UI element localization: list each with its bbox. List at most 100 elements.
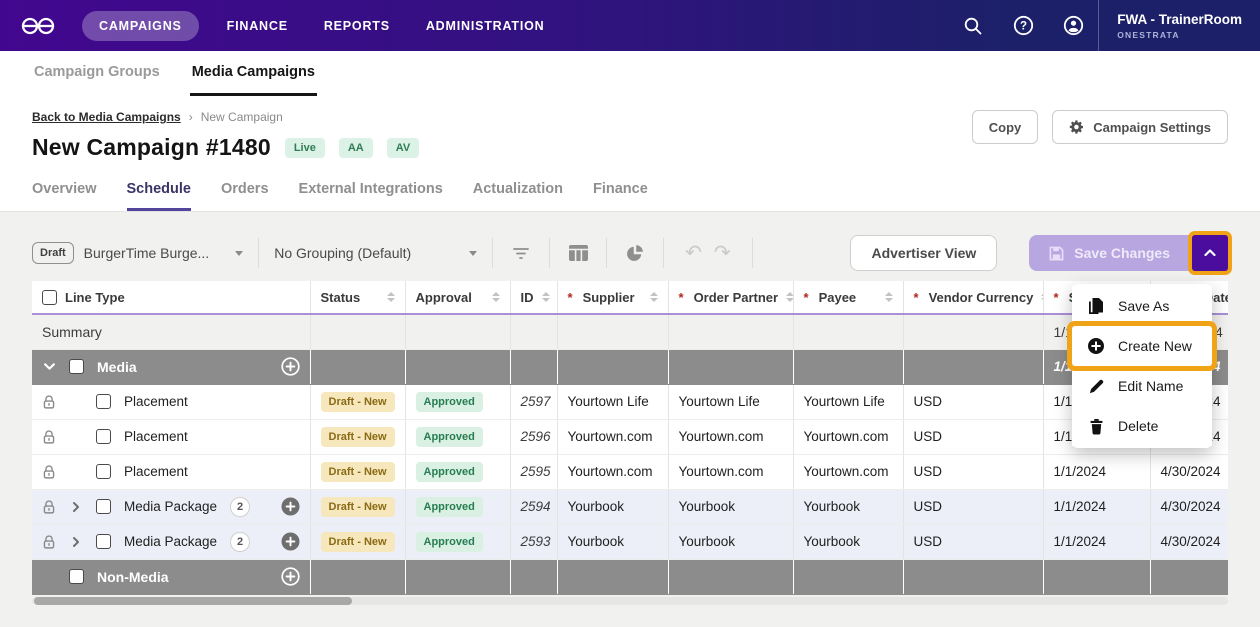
divider: [549, 238, 550, 268]
top-navbar: CAMPAIGNS FINANCE REPORTS ADMINISTRATION…: [0, 0, 1260, 51]
chevron-right-icon[interactable]: [70, 536, 82, 548]
menu-item-label: Create New: [1118, 338, 1192, 354]
tab-media-campaigns[interactable]: Media Campaigns: [190, 51, 317, 96]
column-header-vendor-currency[interactable]: *Vendor Currency: [903, 281, 1043, 314]
breadcrumb-separator-icon: ›: [189, 110, 193, 124]
tab-external-integrations[interactable]: External Integrations: [299, 181, 443, 211]
save-menu-toggle-button[interactable]: [1192, 235, 1228, 271]
save-as-icon: [1087, 297, 1105, 315]
tab-actualization[interactable]: Actualization: [473, 181, 563, 211]
row-checkbox[interactable]: [96, 499, 111, 514]
cell-vendor-currency: [903, 559, 1043, 594]
row-checkbox[interactable]: [96, 534, 111, 549]
sort-icon[interactable]: [650, 292, 658, 302]
cell-status: [310, 559, 405, 594]
help-icon[interactable]: ?: [998, 15, 1048, 36]
cell-payee: Yourbook: [793, 489, 903, 524]
redo-icon[interactable]: ↷: [714, 243, 731, 263]
cell-end-date: 4/30/2024: [1150, 454, 1228, 489]
line-type-label: Placement: [124, 464, 188, 479]
row-checkbox[interactable]: [96, 394, 111, 409]
scrollbar-thumb[interactable]: [34, 597, 352, 605]
sort-icon[interactable]: [786, 292, 793, 302]
filter-icon[interactable]: [508, 245, 534, 261]
tab-orders[interactable]: Orders: [221, 181, 269, 211]
column-header-id[interactable]: ID: [510, 281, 557, 314]
search-icon[interactable]: [948, 16, 998, 36]
advertiser-view-button[interactable]: Advertiser View: [850, 235, 997, 271]
add-line-icon[interactable]: [281, 357, 300, 376]
add-child-line-icon[interactable]: [281, 532, 300, 551]
brand-logo[interactable]: [20, 15, 56, 37]
child-count-badge: 2: [230, 532, 250, 552]
tab-finance[interactable]: Finance: [593, 181, 648, 211]
cell-line-type: Media Package2: [32, 489, 310, 524]
row-checkbox[interactable]: [96, 464, 111, 479]
horizontal-scrollbar[interactable]: [32, 597, 1228, 605]
menu-item-label: Delete: [1118, 418, 1158, 434]
menu-item-edit-name[interactable]: Edit Name: [1072, 366, 1212, 406]
tab-campaign-groups[interactable]: Campaign Groups: [32, 51, 162, 96]
save-changes-button[interactable]: Save Changes: [1029, 235, 1190, 271]
cell-id: 2593: [510, 524, 557, 559]
column-header-order-partner[interactable]: *Order Partner: [668, 281, 793, 314]
campaign-settings-button[interactable]: Campaign Settings: [1052, 110, 1228, 144]
cell-order-partner: [668, 349, 793, 384]
column-label: Payee: [819, 290, 857, 305]
tab-schedule[interactable]: Schedule: [127, 181, 191, 211]
row-checkbox[interactable]: [69, 569, 84, 584]
sort-icon[interactable]: [492, 292, 500, 302]
lock-open-icon[interactable]: [42, 534, 56, 550]
sort-icon[interactable]: [885, 292, 893, 302]
breadcrumb: Back to Media Campaigns › New Campaign: [32, 110, 419, 124]
select-all-checkbox[interactable]: [42, 290, 57, 305]
cell-order-partner: [668, 314, 793, 349]
nav-item-administration[interactable]: ADMINISTRATION: [426, 19, 545, 33]
column-header-status[interactable]: Status: [310, 281, 405, 314]
status-badge: Approved: [416, 532, 483, 552]
schedule-version-selector[interactable]: BurgerTime Burge...: [84, 245, 244, 261]
column-header-supplier[interactable]: *Supplier: [557, 281, 668, 314]
add-line-icon[interactable]: [281, 567, 300, 586]
status-badge: Approved: [416, 497, 483, 517]
chevron-down-icon[interactable]: [43, 360, 56, 373]
divider: [492, 238, 493, 268]
undo-icon[interactable]: ↶: [685, 243, 702, 263]
pie-chart-icon[interactable]: [622, 243, 648, 263]
cell-payee: Yourtown.com: [793, 419, 903, 454]
menu-item-create-new[interactable]: Create New: [1072, 326, 1212, 366]
column-header-payee[interactable]: *Payee: [793, 281, 903, 314]
column-header-line-type: Line Type: [32, 281, 310, 314]
cell-id: 2594: [510, 489, 557, 524]
table-row-non-media: Non-Media: [32, 559, 1228, 594]
tenant-switcher[interactable]: FWA - TrainerRoom ONESTRATA: [1098, 0, 1260, 51]
row-checkbox[interactable]: [69, 359, 84, 374]
copy-button[interactable]: Copy: [972, 110, 1039, 144]
user-icon[interactable]: [1048, 15, 1098, 36]
cell-vendor-currency: [903, 314, 1043, 349]
lock-open-icon[interactable]: [42, 429, 56, 445]
tab-overview[interactable]: Overview: [32, 181, 97, 211]
sort-icon[interactable]: [387, 292, 395, 302]
menu-item-save-as[interactable]: Save As: [1072, 286, 1212, 326]
breadcrumb-back-link[interactable]: Back to Media Campaigns: [32, 110, 181, 124]
cell-vendor-currency: USD: [903, 454, 1043, 489]
columns-icon[interactable]: [565, 245, 591, 261]
lock-open-icon[interactable]: [42, 394, 56, 410]
menu-item-delete[interactable]: Delete: [1072, 406, 1212, 446]
schedule-toolbar: Draft BurgerTime Burge... No Grouping (D…: [32, 234, 1228, 272]
lock-open-icon[interactable]: [42, 499, 56, 515]
column-header-approval[interactable]: Approval: [405, 281, 510, 314]
chevron-right-icon[interactable]: [70, 501, 82, 513]
row-checkbox[interactable]: [96, 429, 111, 444]
cell-approval: Approved: [405, 489, 510, 524]
nav-item-campaigns[interactable]: CAMPAIGNS: [82, 11, 199, 41]
cell-vendor-currency: USD: [903, 524, 1043, 559]
lock-open-icon[interactable]: [42, 464, 56, 480]
nav-item-finance[interactable]: FINANCE: [227, 19, 288, 33]
sort-icon[interactable]: [542, 292, 550, 302]
cell-supplier: Yourbook: [557, 489, 668, 524]
grouping-selector[interactable]: No Grouping (Default): [274, 245, 477, 261]
add-child-line-icon[interactable]: [281, 497, 300, 516]
nav-item-reports[interactable]: REPORTS: [324, 19, 390, 33]
